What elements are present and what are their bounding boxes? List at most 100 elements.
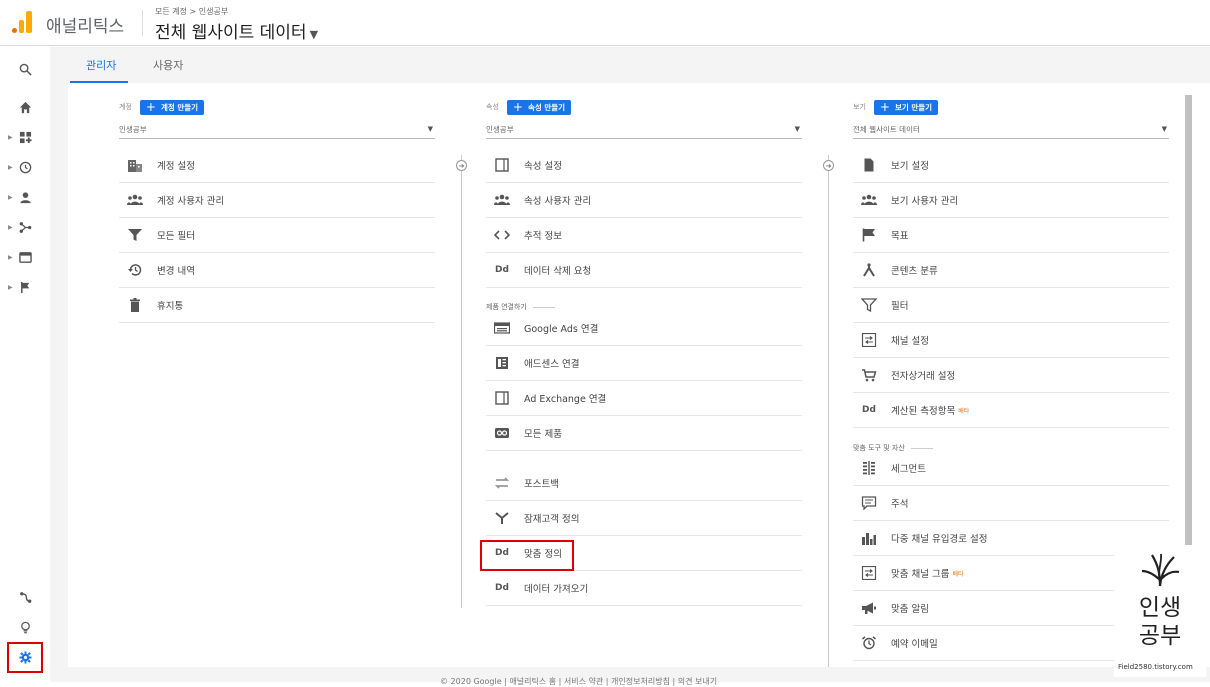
- google-ads-link-item[interactable]: Google Ads 연결: [486, 311, 802, 346]
- grouping-icon: [859, 263, 879, 277]
- code-icon: [492, 228, 512, 242]
- window-icon: [492, 158, 512, 172]
- view-selector[interactable]: 전체 웹사이트 데이터 ▼: [155, 18, 318, 43]
- watermark: 인생 공부 Field2580.tistory.com: [1114, 545, 1206, 677]
- view-settings-item[interactable]: 보기 설정: [853, 148, 1169, 183]
- create-account-button[interactable]: + 계정 만들기: [139, 99, 205, 115]
- arrow-right-icon: ➜: [456, 160, 467, 171]
- acquisition-icon[interactable]: ▶: [0, 216, 50, 238]
- analytics-logo-icon[interactable]: [12, 11, 32, 33]
- plus-icon: +: [512, 100, 523, 114]
- people-icon: [492, 193, 512, 207]
- create-property-button[interactable]: + 속성 만들기: [506, 99, 572, 115]
- expand-arrow-icon: ▶: [8, 133, 13, 141]
- ad-exchange-link-item[interactable]: Ad Exchange 연결: [486, 381, 802, 416]
- plus-icon: +: [145, 100, 156, 114]
- watermark-line1: 인생: [1138, 595, 1182, 621]
- item-label: 계정 설정: [157, 161, 195, 172]
- customization-icon[interactable]: ▶: [0, 126, 50, 148]
- history-icon: [125, 263, 145, 277]
- expand-arrow-icon: ▶: [8, 163, 13, 171]
- view-column-selector[interactable]: 전체 웹사이트 데이터 ▼: [853, 124, 1169, 139]
- postback-item[interactable]: 포스트백: [486, 466, 802, 501]
- dd-icon: Dd: [495, 265, 509, 275]
- expand-arrow-icon: ▶: [8, 223, 13, 231]
- segments-item[interactable]: 세그먼트: [853, 451, 1169, 486]
- arrow-right-icon: ➜: [823, 160, 834, 171]
- expand-arrow-icon: ▶: [8, 283, 13, 291]
- account-settings-item[interactable]: 계정 설정: [119, 148, 435, 183]
- content-scrollbar[interactable]: [1185, 95, 1192, 550]
- item-label: 다중 채널 유입경로 설정: [891, 534, 988, 545]
- item-label: 계정 사용자 관리: [157, 196, 225, 207]
- caret-down-icon: ▼: [309, 28, 319, 41]
- admin-settings-highlight[interactable]: [7, 642, 43, 673]
- property-user-management-item[interactable]: 속성 사용자 관리: [486, 183, 802, 218]
- realtime-clock-icon[interactable]: ▶: [0, 156, 50, 178]
- channel-icon: [859, 333, 879, 347]
- view-filters-item[interactable]: 필터: [853, 288, 1169, 323]
- property-label: 속성: [486, 103, 499, 111]
- view-column-header: 보기 + 보기 만들기: [853, 99, 939, 115]
- property-settings-item[interactable]: 속성 설정: [486, 148, 802, 183]
- annotations-item[interactable]: 주석: [853, 486, 1169, 521]
- item-label: 속성 설정: [524, 161, 562, 172]
- channel-settings-item[interactable]: 채널 설정: [853, 323, 1169, 358]
- breadcrumb[interactable]: 모든 계정 > 인생공부: [155, 6, 228, 17]
- channel-icon: [859, 566, 879, 580]
- home-icon[interactable]: [0, 96, 50, 118]
- data-import-item[interactable]: Dd 데이터 가져오기: [486, 571, 802, 606]
- header-divider: [142, 10, 143, 36]
- top-header: 애널리틱스 모든 계정 > 인생공부 전체 웹사이트 데이터 ▼: [0, 0, 1210, 46]
- people-icon: [859, 193, 879, 207]
- all-filters-item[interactable]: 모든 필터: [119, 218, 435, 253]
- behavior-icon[interactable]: ▶: [0, 246, 50, 268]
- data-deletion-request-item[interactable]: Dd 데이터 삭제 요청: [486, 253, 802, 288]
- item-label: 보기 설정: [891, 161, 929, 172]
- property-selector[interactable]: 인생공부 ▼: [486, 124, 802, 139]
- change-history-item[interactable]: 변경 내역: [119, 253, 435, 288]
- item-label: 모든 필터: [157, 231, 195, 242]
- account-selector[interactable]: 인생공부 ▼: [119, 124, 435, 139]
- content-grouping-item[interactable]: 콘텐츠 분류: [853, 253, 1169, 288]
- item-label: 목표: [891, 231, 909, 242]
- dd-icon: Dd: [495, 583, 509, 593]
- adsense-link-item[interactable]: 애드센스 연결: [486, 346, 802, 381]
- conversions-flag-icon[interactable]: ▶: [0, 276, 50, 298]
- lightbulb-icon[interactable]: [0, 616, 50, 638]
- beta-badge: 베타: [958, 407, 970, 415]
- admin-tab-bar: 관리자 사용자: [50, 47, 1210, 83]
- item-label: 데이터 가져오기: [524, 584, 589, 595]
- tab-admin[interactable]: 관리자: [86, 57, 116, 73]
- all-products-item[interactable]: 모든 제품: [486, 416, 802, 451]
- brand-name[interactable]: 애널리틱스: [46, 12, 124, 37]
- tracking-info-item[interactable]: 추적 정보: [486, 218, 802, 253]
- audience-person-icon[interactable]: ▶: [0, 186, 50, 208]
- expand-arrow-icon: ▶: [8, 193, 13, 201]
- item-label: Ad Exchange 연결: [524, 394, 607, 405]
- audience-definitions-item[interactable]: 잠재고객 정의: [486, 501, 802, 536]
- item-label: 필터: [891, 301, 909, 312]
- search-icon[interactable]: [0, 58, 50, 80]
- item-label: 맞춤 채널 그룹: [891, 569, 950, 580]
- item-label: Google Ads 연결: [524, 324, 599, 335]
- account-user-management-item[interactable]: 계정 사용자 관리: [119, 183, 435, 218]
- plus-icon: +: [879, 100, 890, 114]
- tab-user[interactable]: 사용자: [153, 57, 183, 73]
- link-icon: [492, 426, 512, 440]
- view-selected-value: 전체 웹사이트 데이터: [853, 125, 920, 134]
- view-label: 보기: [853, 103, 866, 111]
- trash-item[interactable]: 휴지통: [119, 288, 435, 323]
- view-user-management-item[interactable]: 보기 사용자 관리: [853, 183, 1169, 218]
- view-name: 전체 웹사이트 데이터: [155, 23, 307, 43]
- item-label: 채널 설정: [891, 336, 929, 347]
- trash-icon: [125, 298, 145, 312]
- item-label: 전자상거래 설정: [891, 371, 956, 382]
- calculated-metrics-item[interactable]: Dd 계산된 측정항목 베타: [853, 393, 1169, 428]
- account-label: 계정: [119, 103, 132, 111]
- item-label: 모든 제품: [524, 429, 562, 440]
- attribution-icon[interactable]: [0, 586, 50, 608]
- create-view-button[interactable]: + 보기 만들기: [873, 99, 939, 115]
- ecommerce-settings-item[interactable]: 전자상거래 설정: [853, 358, 1169, 393]
- goals-item[interactable]: 목표: [853, 218, 1169, 253]
